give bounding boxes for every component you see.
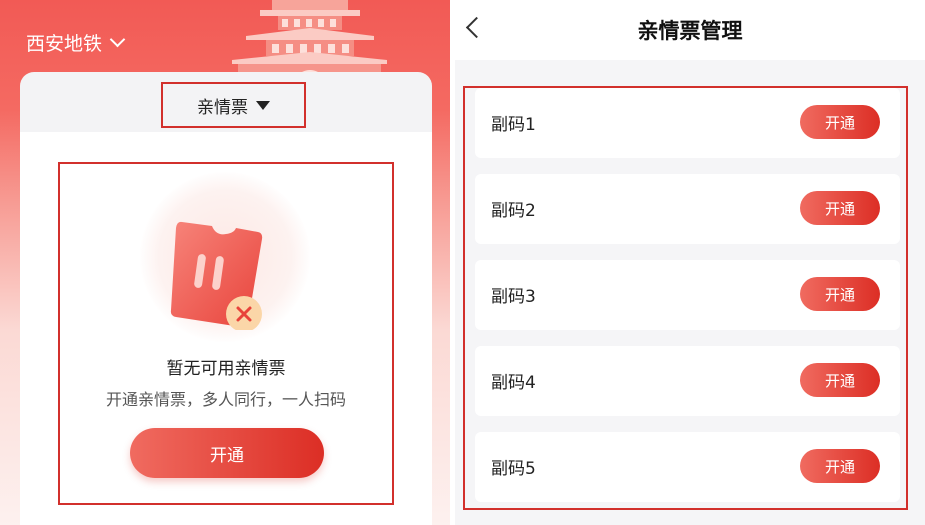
city-selector-label: 西安地铁 (26, 33, 103, 55)
sub-code-row: 副码5 开通 (475, 432, 900, 502)
open-sub-code-button[interactable]: 开通 (800, 449, 880, 483)
nav-bar: 亲情票管理 (455, 0, 925, 60)
sub-code-label: 副码2 (491, 201, 536, 221)
ticket-type-label: 亲情票 (197, 97, 248, 118)
open-sub-code-button[interactable]: 开通 (800, 105, 880, 139)
empty-state-panel: 暂无可用亲情票 开通亲情票，多人同行，一人扫码 开通 (58, 162, 394, 505)
open-sub-code-button[interactable]: 开通 (800, 191, 880, 225)
family-ticket-screen: 西安地铁 亲情票 暂无可用亲情票 开通亲情票，多人同行，一人扫码 开通 (0, 0, 450, 525)
sub-code-row: 副码3 开通 (475, 260, 900, 330)
city-selector[interactable]: 西安地铁 (26, 29, 126, 56)
ticket-type-tab[interactable]: 亲情票 (161, 82, 306, 128)
sub-code-label: 副码3 (491, 287, 536, 307)
city-tower-illustration (232, 0, 387, 78)
sub-code-row: 副码1 开通 (475, 88, 900, 158)
family-ticket-management-screen: 亲情票管理 副码1 开通 副码2 开通 副码3 开通 副码4 开通 副码5 开通 (455, 0, 925, 525)
sub-code-row: 副码4 开通 (475, 346, 900, 416)
ticket-unavailable-icon (170, 221, 263, 330)
dropdown-triangle-icon (256, 100, 270, 110)
sub-code-label: 副码1 (491, 115, 536, 135)
page-title: 亲情票管理 (637, 19, 743, 43)
sub-code-row: 副码2 开通 (475, 174, 900, 244)
open-sub-code-button[interactable]: 开通 (800, 363, 880, 397)
sub-code-list: 副码1 开通 副码2 开通 副码3 开通 副码4 开通 副码5 开通 (463, 86, 908, 510)
open-sub-code-button[interactable]: 开通 (800, 277, 880, 311)
chevron-down-icon (109, 31, 126, 48)
sub-code-label: 副码4 (491, 373, 536, 393)
empty-state-subtitle: 开通亲情票，多人同行，一人扫码 (105, 390, 346, 409)
sub-code-label: 副码5 (491, 459, 536, 479)
empty-state-title: 暂无可用亲情票 (166, 359, 286, 379)
open-family-ticket-button[interactable]: 开通 (130, 428, 324, 478)
